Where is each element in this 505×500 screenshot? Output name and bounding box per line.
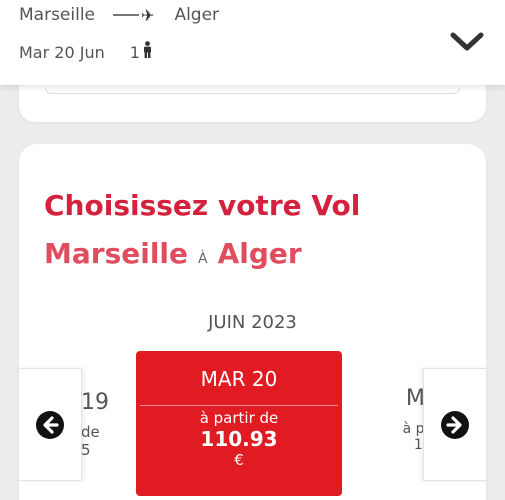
plane-icon: ✈ — [141, 5, 155, 25]
date-from-label: à partir de — [199, 409, 279, 427]
next-date-button[interactable] — [423, 368, 487, 481]
route-line — [113, 14, 140, 16]
date-price: 5 — [81, 441, 91, 459]
route-summary: Marseille ✈ Alger — [19, 5, 219, 25]
month-label: JUIN 2023 — [208, 312, 297, 333]
destination-city: Alger — [217, 237, 302, 270]
previous-card-border — [45, 88, 460, 94]
origin-city: Marseille — [44, 237, 189, 270]
passenger-count: 1 — [130, 41, 153, 63]
passenger-number: 1 — [129, 42, 140, 62]
route-separator: À — [198, 251, 208, 267]
date-day: MAR 20 — [200, 367, 278, 391]
destination-label: Alger — [174, 5, 220, 25]
travel-date: Mar 20 Jun — [19, 42, 105, 62]
chevron-down-icon[interactable] — [449, 30, 485, 54]
page-title: Choisissez votre Vol — [44, 189, 361, 222]
divider — [140, 405, 338, 406]
date-from-label: de — [81, 423, 100, 441]
trip-details: Mar 20 Jun 1 — [19, 41, 153, 63]
date-price: 110.93 — [200, 427, 278, 451]
search-summary-header: Marseille ✈ Alger Mar 20 Jun 1 — [0, 0, 505, 85]
route-heading: Marseille À Alger — [44, 237, 302, 270]
prev-date-button[interactable] — [18, 368, 82, 481]
origin-label: Marseille — [19, 5, 96, 25]
arrow-right-circle-icon — [441, 410, 469, 439]
person-icon — [142, 41, 153, 63]
date-currency: € — [234, 451, 244, 469]
date-option-selected[interactable]: MAR 20 à partir de 110.93 € — [136, 351, 342, 496]
date-option-prev[interactable]: 19 de 5 — [81, 390, 141, 459]
arrow-left-circle-icon — [36, 410, 64, 439]
date-day: 19 — [81, 390, 109, 415]
